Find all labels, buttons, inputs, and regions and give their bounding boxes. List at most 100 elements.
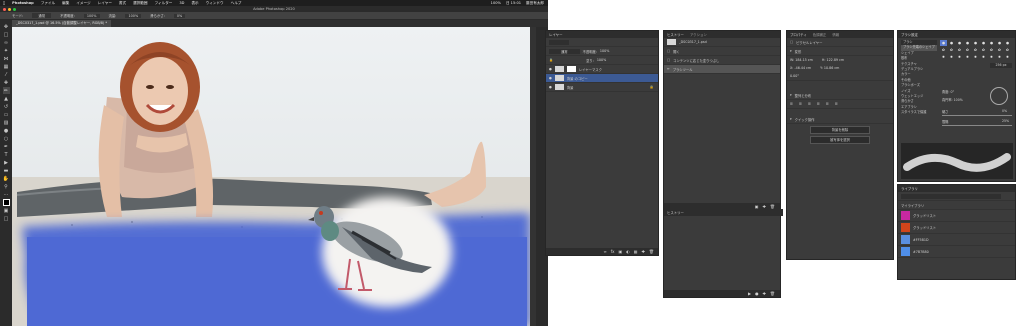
apple-icon[interactable]:  <box>3 1 5 5</box>
library-select[interactable]: マイライブラリ <box>898 201 1015 210</box>
libraries-tab[interactable]: ライブラリ <box>901 186 918 191</box>
document-tab[interactable]: _DSC0317_1.psd @ 16.5% (自動調整レイヤー, RGB/8)… <box>12 20 112 27</box>
brush-spacing-value[interactable]: 25% <box>1002 119 1009 123</box>
new-action-icon[interactable]: ✚ <box>763 291 766 296</box>
remove-background-button[interactable]: 背景を削除 <box>810 126 870 134</box>
eye-icon[interactable]: ● <box>549 76 552 80</box>
eye-icon[interactable]: ● <box>549 67 552 71</box>
delete-layer-icon[interactable]: 🗑 <box>649 249 654 254</box>
history-item[interactable]: □ コンテンツに応じた塗りつぶし <box>664 56 780 65</box>
screen-mode-icon[interactable]: □ <box>3 215 10 222</box>
lock-icon[interactable]: 🔒 <box>549 58 553 62</box>
path-select-tool-icon[interactable]: ▶ <box>3 159 10 166</box>
brush-roundness-field[interactable]: 真円率: 100% <box>942 97 963 102</box>
brush-preset-icon[interactable]: ● <box>940 40 947 46</box>
eye-icon[interactable]: ● <box>549 85 552 89</box>
brush-preset-icon[interactable]: ● <box>1004 40 1011 46</box>
user-name[interactable]: 藤田有太郎 <box>526 1 544 6</box>
new-doc-icon[interactable]: ✚ <box>763 204 766 209</box>
actions-tab[interactable]: アクション <box>690 32 707 37</box>
menu-edit[interactable]: 編集 <box>62 1 69 6</box>
menu-layer[interactable]: レイヤー <box>98 1 112 6</box>
hand-tool-icon[interactable]: ✋ <box>3 175 10 182</box>
brush-preset-icon[interactable]: ● <box>996 40 1003 46</box>
play-icon[interactable]: ▶ <box>748 291 751 296</box>
clock[interactable]: 日 15:01 <box>506 1 521 6</box>
flow-value[interactable]: 100% <box>125 13 142 18</box>
menu-file[interactable]: ファイル <box>41 1 55 6</box>
type-tool-icon[interactable]: T <box>3 151 10 158</box>
library-item[interactable]: #FF5B1D <box>898 234 1015 246</box>
pen-tool-icon[interactable]: ✒ <box>3 143 10 150</box>
zoom-tool-icon[interactable]: ⚲ <box>3 183 10 190</box>
transform-section[interactable]: ▾ 変形 <box>787 47 893 56</box>
layer-row[interactable]: ● レイヤーマスク <box>546 65 658 74</box>
brush-angle-dial[interactable] <box>990 87 1008 105</box>
brush-preset-icon[interactable]: ✹ <box>980 54 987 60</box>
menu-filter[interactable]: フィルター <box>154 1 172 6</box>
brush-preset-icon[interactable]: ✿ <box>996 47 1003 53</box>
width-field[interactable]: W: 184.15 cm <box>790 58 813 62</box>
move-tool-icon[interactable]: ✥ <box>3 23 10 30</box>
minimize-window-button[interactable] <box>8 7 11 11</box>
more-tools-icon[interactable]: ⋯ <box>3 191 10 198</box>
menu-type[interactable]: 書式 <box>119 1 126 6</box>
library-item[interactable]: #7B7B80 <box>898 246 1015 258</box>
opacity-value[interactable]: 100% <box>83 13 100 18</box>
delete-action-icon[interactable]: 🗑 <box>770 291 775 296</box>
adjustments-tab[interactable]: 色調補正 <box>813 32 827 37</box>
brush-preset-icon[interactable]: ✹ <box>972 54 979 60</box>
history-bottom-title[interactable]: ヒストリー <box>667 210 684 215</box>
library-search[interactable] <box>898 192 1015 201</box>
align-left-icon[interactable]: ☰ <box>790 102 793 106</box>
zoom-window-button[interactable] <box>13 7 16 11</box>
info-tab[interactable]: 情報 <box>832 32 839 37</box>
marquee-tool-icon[interactable]: □ <box>3 31 10 38</box>
brush-preset-icon[interactable]: ✹ <box>948 54 955 60</box>
new-layer-icon[interactable]: ✚ <box>642 249 645 254</box>
record-icon[interactable]: ● <box>755 291 759 296</box>
brush-angle-field[interactable]: 角度: 0° <box>942 89 954 94</box>
brush-preset-icon[interactable]: ✹ <box>940 54 947 60</box>
quick-mask-icon[interactable]: ▣ <box>3 207 10 214</box>
add-mask-icon[interactable]: ▣ <box>619 249 623 254</box>
dodge-tool-icon[interactable]: ○ <box>3 135 10 142</box>
quick-select-tool-icon[interactable]: ✦ <box>3 47 10 54</box>
brush-preset-icon[interactable]: ● <box>956 40 963 46</box>
brush-preset-icon[interactable]: ✿ <box>956 47 963 53</box>
brush-spacing-label[interactable]: 間隔 <box>942 119 948 124</box>
brush-preset-icon[interactable]: ✿ <box>964 47 971 53</box>
brush-preset-icon[interactable]: ✿ <box>948 47 955 53</box>
layers-tab[interactable]: レイヤー <box>549 32 562 37</box>
align-center-icon[interactable]: ☰ <box>799 102 802 106</box>
menu-window[interactable]: ウィンドウ <box>206 1 224 6</box>
quick-actions-section[interactable]: ▾ クイック操作 <box>787 115 893 124</box>
history-snapshot[interactable]: _DSC0317_1.psd <box>664 38 780 47</box>
menu-3d[interactable]: 3D <box>179 1 184 5</box>
layer-row[interactable]: ● 背景 🔒 <box>546 83 658 92</box>
new-group-icon[interactable]: ▦ <box>634 249 638 254</box>
history-item[interactable]: □ 開く <box>664 47 780 56</box>
brush-preset-icon[interactable]: ● <box>948 40 955 46</box>
layer-opacity-value[interactable]: 100% <box>600 49 609 53</box>
brush-protect-option[interactable]: スタイラスで保護 <box>901 110 937 115</box>
blend-mode-select[interactable]: 通常 <box>549 48 580 54</box>
brush-size-field[interactable]: 256 px <box>990 63 1012 68</box>
properties-tab[interactable]: プロパティ <box>790 32 807 37</box>
color-swatches-icon[interactable] <box>2 199 10 206</box>
angle-field[interactable]: 0.00° <box>790 74 799 78</box>
menu-view[interactable]: 表示 <box>191 1 198 6</box>
brush-preset-icon[interactable]: ✹ <box>996 54 1003 60</box>
crop-tool-icon[interactable]: ⋈ <box>3 55 10 62</box>
document-canvas[interactable] <box>12 27 530 326</box>
brush-preset-icon[interactable]: ✿ <box>1004 47 1011 53</box>
menu-app[interactable]: Photoshop <box>12 1 34 5</box>
brush-preset-icon[interactable]: ● <box>964 40 971 46</box>
delete-state-icon[interactable]: 🗑 <box>770 204 775 209</box>
height-field[interactable]: H: 122.89 cm <box>822 58 844 62</box>
link-layers-icon[interactable]: ∞ <box>603 249 606 254</box>
new-snapshot-icon[interactable]: ▣ <box>755 204 759 209</box>
y-field[interactable]: Y: 10.86 cm <box>820 66 839 70</box>
menu-select[interactable]: 選択範囲 <box>133 1 147 6</box>
close-window-button[interactable] <box>3 7 6 11</box>
